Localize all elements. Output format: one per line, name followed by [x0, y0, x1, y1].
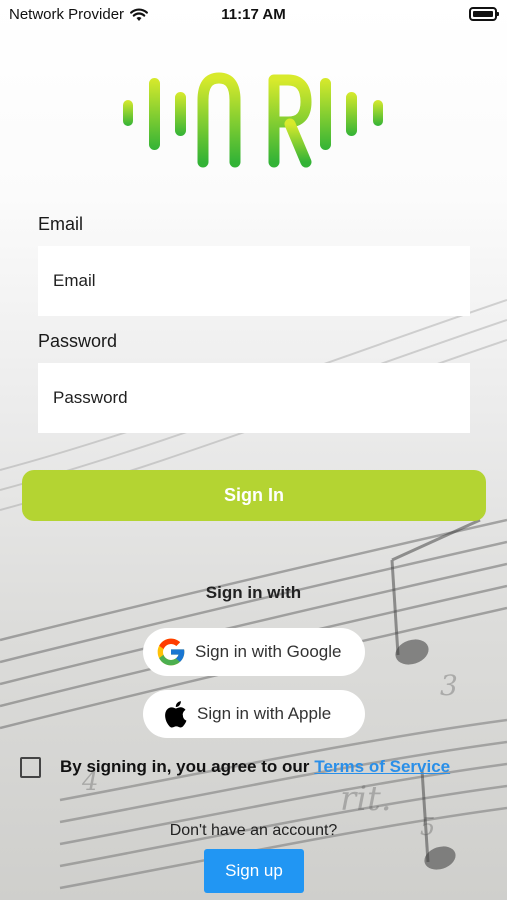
status-bar: Network Provider 11:17 AM: [0, 0, 507, 28]
svg-text:rit.: rit.: [340, 779, 392, 819]
password-placeholder: Password: [53, 388, 128, 407]
apple-icon: [165, 701, 187, 728]
terms-statement: By signing in, you agree to our: [60, 757, 310, 776]
battery-icon: [469, 7, 499, 21]
email-placeholder: Email: [53, 271, 96, 290]
password-input[interactable]: Password: [38, 363, 470, 433]
sign-in-button[interactable]: Sign In: [22, 470, 486, 521]
sign-in-with-heading: Sign in with: [205, 583, 302, 602]
apple-sign-in-label: Sign in with Apple: [197, 704, 332, 723]
no-account-prompt: Don't have an account?: [169, 822, 338, 839]
apple-sign-in-button[interactable]: Sign in with Apple: [143, 690, 365, 738]
terms-row: By signing in, you agree to our Terms of …: [20, 755, 490, 779]
google-sign-in-label: Sign in with Google: [195, 642, 342, 661]
status-time: 11:17 AM: [221, 6, 286, 23]
terms-text: By signing in, you agree to our Terms of …: [60, 757, 450, 777]
terms-checkbox[interactable]: [20, 756, 41, 778]
email-input[interactable]: Email: [38, 246, 470, 316]
terms-of-service-link[interactable]: Terms of Service: [314, 757, 450, 776]
google-icon: [157, 638, 185, 666]
sign-up-button[interactable]: Sign up: [204, 849, 304, 893]
email-label: Email: [38, 214, 84, 234]
google-sign-in-button[interactable]: Sign in with Google: [143, 628, 365, 676]
svg-text:3: 3: [440, 669, 458, 702]
sign-in-button-label: Sign In: [224, 485, 284, 505]
sign-up-button-label: Sign up: [225, 861, 283, 880]
password-label: Password: [38, 331, 118, 351]
air-logo: [123, 50, 383, 178]
